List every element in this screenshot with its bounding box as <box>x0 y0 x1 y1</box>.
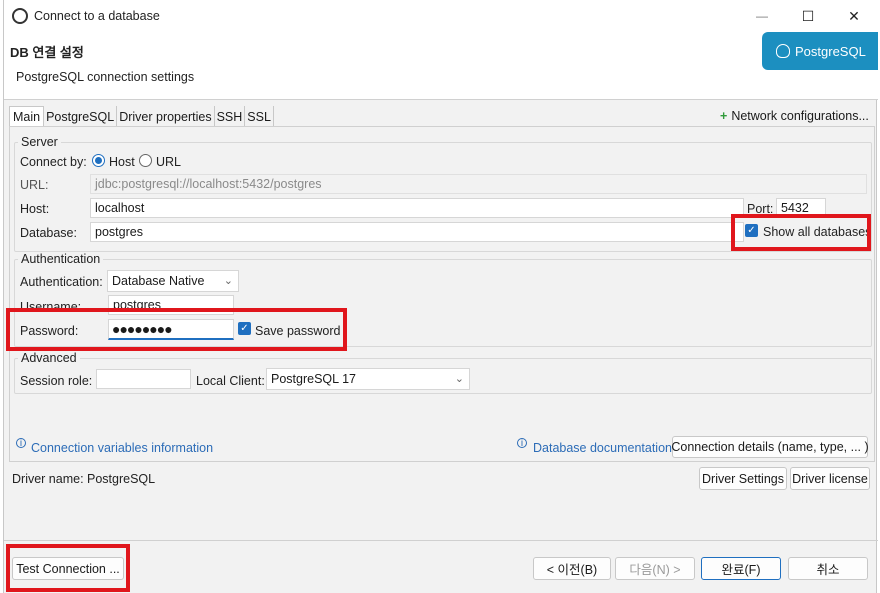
session-role-field[interactable] <box>96 369 191 389</box>
info-icon: i <box>517 438 527 449</box>
host-label: Host: <box>20 202 50 216</box>
close-button[interactable]: ✕ <box>831 0 877 32</box>
advanced-group-title: Advanced <box>18 351 80 365</box>
authentication-group-title: Authentication <box>18 252 104 266</box>
local-client-select-value: PostgreSQL 17 <box>271 372 357 386</box>
password-mask: ●●●●●●●● <box>112 321 173 337</box>
tab-postgresql[interactable]: PostgreSQL <box>44 106 118 127</box>
connect-by-label: Connect by: <box>20 155 87 169</box>
logo-text: PostgreSQL <box>795 43 866 59</box>
connection-details-button[interactable]: Connection details (name, type, ... ) <box>671 436 869 458</box>
dialog-header: DB 연결 설정 PostgreSQL connection settings … <box>4 32 878 100</box>
elephant-icon <box>776 44 790 58</box>
show-all-databases-label: Show all databases <box>763 225 872 239</box>
test-connection-button[interactable]: Test Connection ... <box>12 557 124 580</box>
back-button[interactable]: < 이전(B) <box>533 557 611 580</box>
tab-driver-properties[interactable]: Driver properties <box>117 106 215 127</box>
url-radio-label: URL <box>156 155 182 169</box>
password-field[interactable]: ●●●●●●●● <box>108 319 234 340</box>
authentication-label: Authentication: <box>20 275 103 289</box>
port-label: Port: <box>747 202 774 216</box>
window-title: Connect to a database <box>34 9 160 23</box>
page-title: DB 연결 설정 <box>10 45 84 60</box>
title-bar: Connect to a database — ☐ ✕ <box>4 0 878 32</box>
maximize-button[interactable]: ☐ <box>785 0 831 32</box>
save-password-checkbox[interactable]: ✓ <box>238 322 251 335</box>
database-field[interactable]: postgres <box>90 222 744 242</box>
info-icon: i <box>16 438 26 449</box>
maximize-icon: ☐ <box>801 7 815 24</box>
plus-icon: + <box>720 109 728 123</box>
host-radio-label: Host <box>109 155 135 169</box>
show-all-databases-checkbox[interactable]: ✓ <box>745 224 758 237</box>
minimize-icon: — <box>756 9 768 23</box>
password-label: Password: <box>20 324 79 338</box>
host-radio[interactable] <box>92 154 105 167</box>
local-client-select[interactable]: PostgreSQL 17 ⌄ <box>266 368 470 390</box>
authentication-select-value: Database Native <box>112 274 205 288</box>
connection-tabs: Main PostgreSQL Driver properties SSH SS… <box>9 106 274 127</box>
driver-name-value: PostgreSQL <box>87 472 156 486</box>
main-settings-panel: Server Connect by: Host URL URL: jdbc:po… <box>9 126 875 462</box>
local-client-label: Local Client: <box>196 374 265 388</box>
minimize-button[interactable]: — <box>739 0 785 32</box>
network-configurations-label: Network configurations... <box>731 109 869 123</box>
database-label: Database: <box>20 226 77 240</box>
finish-button[interactable]: 완료(F) <box>701 557 781 580</box>
url-label: URL: <box>20 178 49 192</box>
tab-main[interactable]: Main <box>9 106 45 127</box>
authentication-select[interactable]: Database Native ⌄ <box>107 270 239 292</box>
footer-divider <box>4 540 878 541</box>
server-group-title: Server <box>18 135 61 149</box>
session-role-label: Session role: <box>20 374 93 388</box>
driver-license-button[interactable]: Driver license <box>790 467 870 490</box>
connect-database-dialog: Connect to a database — ☐ ✕ DB 연결 설정 Pos… <box>3 0 878 593</box>
driver-name-label: Driver name: <box>12 472 84 486</box>
username-field[interactable]: postgres <box>108 295 234 315</box>
next-button[interactable]: 다음(N) > <box>615 557 695 580</box>
host-field[interactable]: localhost <box>90 198 744 218</box>
page-subtitle: PostgreSQL connection settings <box>16 70 195 84</box>
tab-ssl[interactable]: SSL <box>245 106 274 127</box>
postgresql-logo: PostgreSQL <box>762 32 878 70</box>
url-field: jdbc:postgresql://localhost:5432/postgre… <box>90 174 867 194</box>
driver-settings-button[interactable]: Driver Settings <box>699 467 787 490</box>
dbeaver-app-icon <box>12 8 28 24</box>
url-radio[interactable] <box>139 154 152 167</box>
network-configurations-link[interactable]: + Network configurations... <box>720 109 869 123</box>
database-documentation-link[interactable]: Database documentation <box>533 441 672 455</box>
chevron-down-icon: ⌄ <box>454 373 464 385</box>
close-icon: ✕ <box>848 7 860 24</box>
username-label: Username: <box>20 300 82 314</box>
chevron-down-icon: ⌄ <box>223 275 233 287</box>
save-password-label: Save password <box>255 324 341 338</box>
connection-variables-link[interactable]: Connection variables information <box>31 441 213 455</box>
tab-ssh[interactable]: SSH <box>215 106 246 127</box>
cancel-button[interactable]: 취소 <box>788 557 868 580</box>
port-field[interactable]: 5432 <box>776 198 826 218</box>
